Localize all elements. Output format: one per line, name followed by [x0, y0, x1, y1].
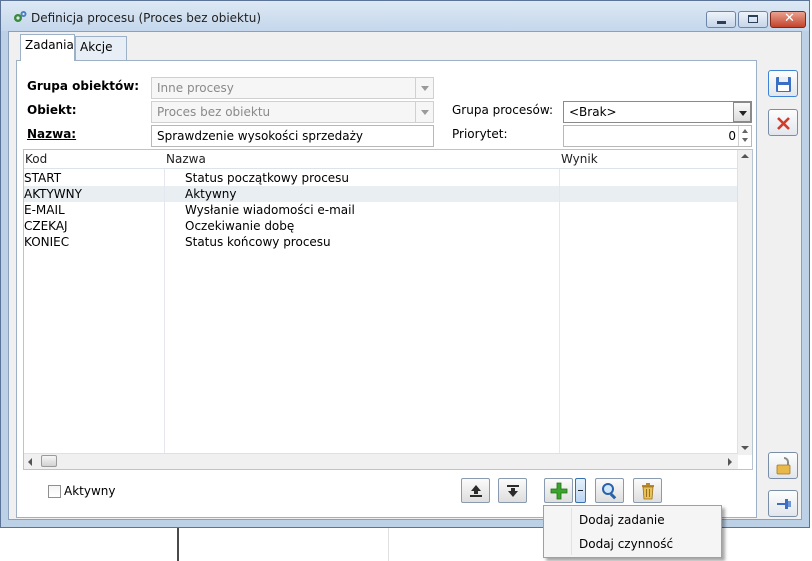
- obiekt-value: Proces bez obiektu: [157, 105, 271, 119]
- cell-kod: START: [24, 171, 62, 185]
- pin-button[interactable]: [768, 490, 798, 517]
- app-gear-icon: [12, 9, 28, 25]
- menu-item-dodaj-czynnosc[interactable]: Dodaj czynność: [579, 537, 673, 551]
- chevron-down-icon: [415, 102, 433, 122]
- trash-icon: [642, 483, 654, 500]
- grupa-obiektow-value: Inne procesy: [157, 81, 234, 95]
- table-row[interactable]: AKTYWNY Aktywny: [24, 186, 738, 202]
- cell-nazwa: Status początkowy procesu: [185, 171, 350, 185]
- close-icon: [777, 117, 790, 130]
- maximize-button[interactable]: [738, 11, 768, 28]
- table-row[interactable]: START Status początkowy procesu: [24, 170, 738, 186]
- priorytet-label: Priorytet:: [452, 127, 508, 141]
- cell-kod: E-MAIL: [24, 203, 65, 217]
- grupa-obiektow-label: Grupa obiektów:: [27, 79, 140, 93]
- column-divider: [559, 169, 560, 469]
- export-button[interactable]: [461, 478, 490, 503]
- aktywny-label[interactable]: Aktywny: [64, 484, 116, 498]
- preview-button[interactable]: [595, 478, 624, 503]
- magnifier-icon: [602, 483, 617, 500]
- column-header-kod[interactable]: Kod: [24, 150, 48, 168]
- cell-kod: CZEKAJ: [24, 219, 68, 233]
- grupa-obiektow-select: Inne procesy: [151, 77, 434, 99]
- nazwa-label: Nazwa:: [27, 127, 77, 141]
- obiekt-select: Proces bez obiektu: [151, 101, 434, 123]
- scroll-down-arrow-icon[interactable]: [741, 446, 749, 450]
- pin-icon: [777, 499, 791, 509]
- obiekt-label: Obiekt:: [27, 103, 77, 117]
- minimize-button[interactable]: [706, 11, 736, 28]
- download-icon: [507, 485, 519, 497]
- tab-akcje[interactable]: Akcje: [75, 36, 127, 60]
- stepper-arrows[interactable]: [738, 126, 751, 146]
- tab-akcje-label: Akcje: [80, 40, 113, 54]
- column-header-nazwa[interactable]: Nazwa: [165, 150, 207, 168]
- grupa-procesow-label: Grupa procesów:: [452, 103, 554, 117]
- aktywny-checkbox[interactable]: [48, 485, 61, 498]
- plus-icon: [550, 482, 568, 500]
- add-button[interactable]: [544, 478, 573, 503]
- background-divider: [177, 528, 179, 561]
- cell-nazwa: Aktywny: [185, 187, 237, 201]
- add-dropdown-button[interactable]: [575, 478, 586, 503]
- window-title: Definicja procesu (Proces bez obiektu): [31, 11, 261, 25]
- header-divider: [24, 168, 738, 169]
- chevron-down-icon[interactable]: [742, 138, 748, 142]
- chevron-down-icon: [415, 78, 433, 98]
- priorytet-stepper[interactable]: 0: [563, 125, 752, 147]
- scroll-left-arrow-icon[interactable]: [28, 458, 32, 466]
- close-window-button[interactable]: ✕: [770, 11, 806, 28]
- cancel-button[interactable]: [768, 109, 798, 136]
- vertical-scrollbar[interactable]: [737, 150, 752, 455]
- column-header-wynik[interactable]: Wynik: [560, 150, 599, 168]
- upload-icon: [470, 485, 482, 497]
- cell-kod: KONIEC: [24, 235, 70, 249]
- grupa-procesow-select[interactable]: <Brak>: [563, 101, 752, 123]
- horizontal-scrollbar[interactable]: [24, 453, 738, 469]
- scroll-right-arrow-icon[interactable]: [728, 458, 732, 466]
- priorytet-value: 0: [728, 129, 736, 143]
- minus-icon: [578, 490, 583, 491]
- tasks-grid[interactable]: Kod Nazwa Wynik START Status początkowy …: [23, 149, 753, 470]
- padlock-icon: [776, 457, 791, 475]
- cell-nazwa: Status końcowy procesu: [185, 235, 331, 249]
- nazwa-input[interactable]: Sprawdzenie wysokości sprzedaży: [151, 125, 434, 147]
- title-bar[interactable]: Definicja procesu (Proces bez obiektu) ✕: [1, 1, 809, 31]
- save-button[interactable]: [768, 70, 798, 97]
- tab-zadania[interactable]: Zadania: [20, 34, 75, 61]
- scroll-thumb[interactable]: [41, 455, 57, 467]
- nazwa-value: Sprawdzenie wysokości sprzedaży: [157, 129, 363, 143]
- table-row[interactable]: E-MAIL Wysłanie wiadomości e-mail: [24, 202, 738, 218]
- cell-kod: AKTYWNY: [24, 187, 82, 201]
- cell-nazwa: Oczekiwanie dobę: [185, 219, 295, 233]
- add-context-menu: Dodaj zadanie Dodaj czynność: [543, 505, 722, 558]
- table-row[interactable]: CZEKAJ Oczekiwanie dobę: [24, 218, 738, 234]
- grupa-procesow-value: <Brak>: [569, 105, 617, 119]
- scroll-up-arrow-icon[interactable]: [741, 154, 749, 158]
- background-divider: [388, 528, 389, 561]
- import-button[interactable]: [498, 478, 527, 503]
- tab-zadania-label: Zadania: [25, 38, 74, 52]
- delete-button[interactable]: [633, 478, 662, 503]
- cell-nazwa: Wysłanie wiadomości e-mail: [185, 203, 355, 217]
- close-icon: ✕: [784, 11, 795, 26]
- menu-icon-gutter-divider: [571, 508, 572, 555]
- table-row[interactable]: KONIEC Status końcowy procesu: [24, 234, 738, 250]
- maximize-icon: [748, 15, 758, 23]
- column-divider: [164, 169, 165, 469]
- chevron-up-icon[interactable]: [742, 129, 748, 133]
- minimize-icon: [717, 21, 726, 24]
- chevron-down-icon[interactable]: [733, 102, 751, 122]
- lock-button[interactable]: [768, 452, 798, 479]
- menu-item-dodaj-zadanie[interactable]: Dodaj zadanie: [579, 513, 665, 527]
- floppy-disk-icon: [776, 77, 791, 92]
